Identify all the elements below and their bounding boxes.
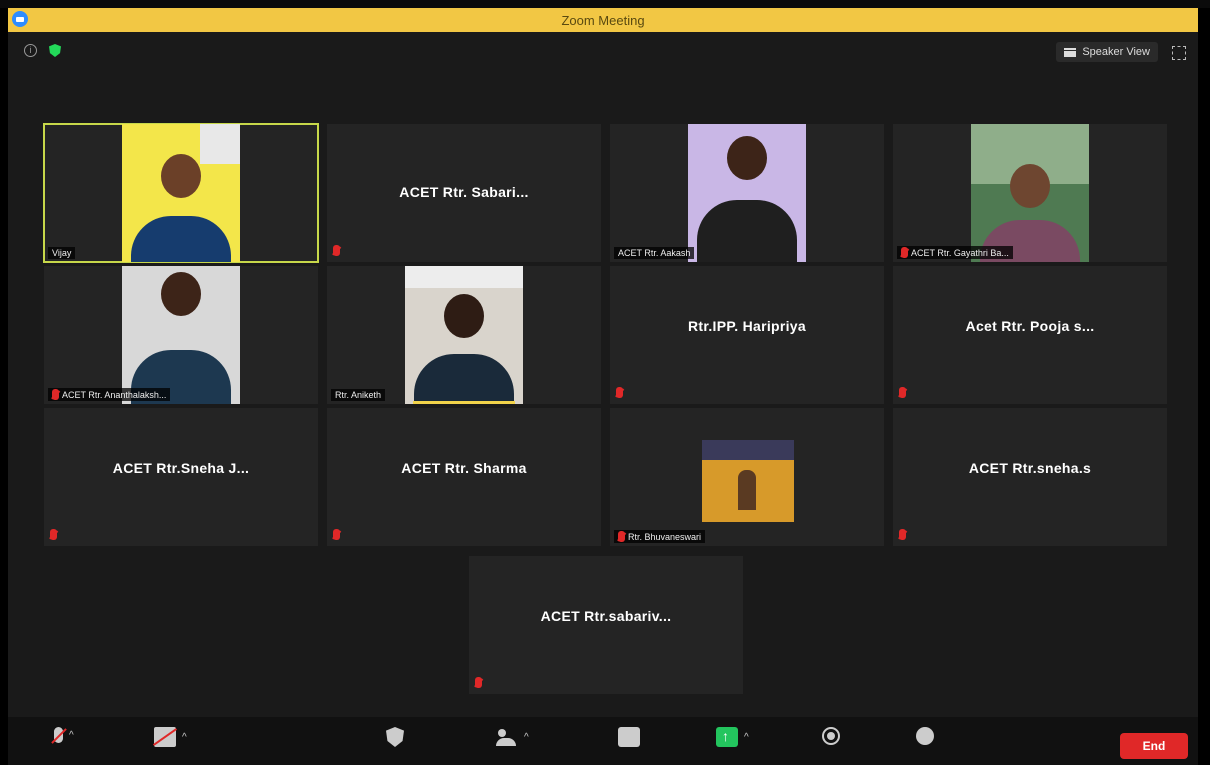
participant-name: ACET Rtr. Sharma	[401, 460, 527, 476]
muted-mic-icon	[616, 387, 623, 398]
participant-tile[interactable]: Vijay	[43, 123, 319, 263]
muted-mic-icon	[333, 529, 340, 540]
participant-name-label: ACET Rtr. Gayathri Ba...	[897, 246, 1013, 259]
share-screen-icon	[716, 727, 738, 747]
muted-mic-icon	[475, 677, 482, 688]
speaker-view-button[interactable]: Speaker View	[1056, 42, 1158, 62]
participant-tile[interactable]: ACET Rtr.sabariv...	[469, 556, 743, 694]
encryption-shield-icon[interactable]	[49, 44, 61, 57]
mute-button[interactable]: ^	[54, 727, 74, 743]
participant-name: ACET Rtr.Sneha J...	[112, 460, 250, 476]
muted-mic-icon	[54, 727, 63, 743]
participant-tile[interactable]: ACET Rtr. Ananthalaksh...	[44, 266, 318, 404]
meeting-area: i Speaker View Vijay ACET Rtr. Sabari...…	[8, 32, 1198, 765]
muted-mic-icon	[333, 245, 340, 256]
participant-name-label: Rtr. Bhuvaneswari	[614, 530, 706, 543]
view-grid-icon	[1064, 47, 1077, 57]
participant-name-label: ACET Rtr. Ananthalaksh...	[48, 388, 171, 401]
participants-button[interactable]: ^	[496, 727, 529, 747]
participant-tile[interactable]: Rtr. Bhuvaneswari	[610, 408, 884, 546]
muted-mic-icon	[618, 531, 625, 542]
record-icon	[822, 727, 840, 745]
video-off-icon	[154, 727, 176, 747]
muted-mic-icon	[899, 529, 906, 540]
participant-name: Rtr.IPP. Haripriya	[688, 318, 806, 334]
reactions-button[interactable]	[916, 727, 934, 745]
reactions-icon	[916, 727, 934, 745]
zoom-logo-icon	[12, 11, 28, 27]
muted-mic-icon	[50, 529, 57, 540]
speaker-view-label: Speaker View	[1082, 46, 1150, 58]
participant-tile[interactable]: ACET Rtr. Gayathri Ba...	[893, 124, 1167, 262]
video-feed	[122, 124, 240, 262]
end-meeting-button[interactable]: End	[1120, 733, 1188, 759]
security-shield-icon	[386, 727, 404, 747]
participant-tile[interactable]: Rtr. Aniketh	[327, 266, 601, 404]
video-feed	[122, 266, 240, 404]
chat-button[interactable]	[618, 727, 640, 747]
meeting-toolbar: ^ ^ ^ ^ End	[8, 717, 1198, 765]
video-feed	[405, 266, 523, 404]
participant-name-label: ACET Rtr. Aakash	[614, 247, 695, 259]
active-speaker-indicator	[413, 401, 515, 404]
participant-name: Acet Rtr. Pooja s...	[965, 318, 1095, 334]
participant-tile[interactable]: ACET Rtr.Sneha J...	[44, 408, 318, 546]
muted-mic-icon	[52, 389, 59, 400]
video-feed	[688, 124, 806, 262]
participants-icon	[496, 727, 518, 747]
participant-tile[interactable]: ACET Rtr. Aakash	[610, 124, 884, 262]
muted-mic-icon	[901, 247, 908, 258]
participant-name-label: Vijay	[48, 247, 76, 259]
participant-name: ACET Rtr.sneha.s	[968, 460, 1092, 476]
title-bar: Zoom Meeting	[8, 8, 1198, 32]
participant-tile[interactable]: Rtr.IPP. Haripriya	[610, 266, 884, 404]
window-title: Zoom Meeting	[561, 12, 645, 28]
chevron-up-icon[interactable]: ^	[744, 732, 749, 743]
video-feed	[702, 440, 794, 522]
record-button[interactable]	[822, 727, 840, 745]
participant-name: ACET Rtr. Sabari...	[399, 184, 529, 200]
participant-tile[interactable]: ACET Rtr. Sharma	[327, 408, 601, 546]
window-top-strip	[0, 0, 1210, 8]
start-video-button[interactable]: ^	[154, 727, 187, 747]
meeting-header-left: i	[24, 44, 61, 57]
participant-name-label: Rtr. Aniketh	[331, 389, 386, 401]
participant-tile[interactable]: ACET Rtr. Sabari...	[327, 124, 601, 262]
chevron-up-icon[interactable]: ^	[69, 730, 74, 741]
fullscreen-icon[interactable]	[1172, 46, 1186, 60]
participant-tile[interactable]: Acet Rtr. Pooja s...	[893, 266, 1167, 404]
chevron-up-icon[interactable]: ^	[182, 732, 187, 743]
meeting-info-icon[interactable]: i	[24, 44, 37, 57]
participant-tile[interactable]: ACET Rtr.sneha.s	[893, 408, 1167, 546]
chat-icon	[618, 727, 640, 747]
participant-name: ACET Rtr.sabariv...	[540, 608, 672, 624]
security-button[interactable]	[386, 727, 404, 747]
video-feed	[971, 124, 1089, 262]
muted-mic-icon	[899, 387, 906, 398]
share-screen-button[interactable]: ^	[716, 727, 749, 747]
chevron-up-icon[interactable]: ^	[524, 732, 529, 743]
